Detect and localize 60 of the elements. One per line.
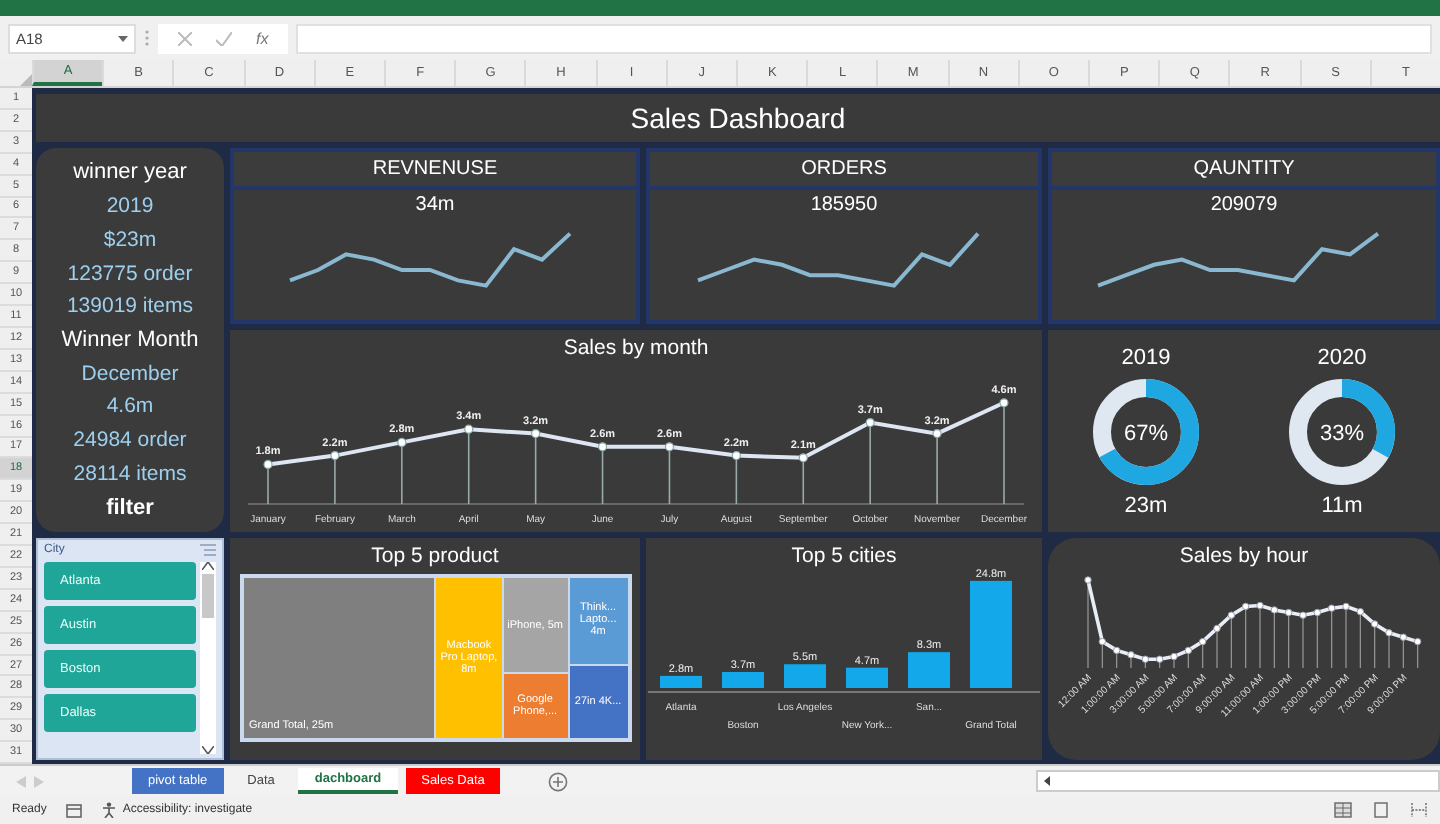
kpi-value: 209079 [1208,194,1280,216]
total-label: 11m [1321,493,1363,517]
kpi-value: 34m [413,194,457,216]
percent-label: 33% [1319,421,1365,445]
summary-value: 139019 items [66,294,194,319]
data-point [597,442,608,452]
data-point [397,437,407,447]
data-point [330,451,340,461]
horizontal-scrollbar[interactable] [1036,770,1440,792]
bar [784,664,826,688]
data-point [464,424,474,434]
summary-value: 4.6m [106,394,154,419]
summary-heading: winner year [73,160,187,185]
data-point [731,451,741,461]
data-point [798,453,808,463]
summary-value: 24984 order [73,428,187,453]
year-label: 2020 [1317,345,1367,369]
data-point [664,442,675,452]
chart-title: Top 5 cities [791,544,897,568]
next-sheet-icon[interactable] [34,775,44,787]
caret-icon [118,35,128,41]
summary-value: 2019 [106,194,154,219]
data-point [865,418,875,428]
normal-view-icon[interactable] [1334,802,1352,818]
data-point [263,459,273,469]
kpi-value: 185950 [808,194,880,216]
data-point [531,429,541,439]
bar [908,652,950,688]
check-icon[interactable] [216,31,232,45]
dashboard-title: Sales Dashboard [36,94,1440,142]
summary-value: December [81,361,179,386]
macro-icon[interactable] [66,803,83,817]
add-sheet-icon[interactable] [548,771,569,791]
chart-title: Top 5 product [371,544,499,568]
scroll-up-icon[interactable] [202,562,214,570]
bar [970,580,1012,688]
percent-label: 67% [1123,421,1169,445]
filter-heading: filter [106,495,154,520]
bar [846,667,888,688]
page-break-icon[interactable] [1410,802,1428,818]
data-point [932,429,942,439]
summary-value: $23m [103,227,157,252]
summary-value: 28114 items [73,461,187,486]
summary-value: 123775 order [67,261,193,286]
cancel-icon[interactable] [178,31,192,45]
chart-title: Sales by hour [1179,544,1309,568]
formula-input[interactable] [296,23,1432,53]
year-label: 2019 [1121,345,1171,369]
data-point [999,398,1009,408]
insert-function-button[interactable]: fx [256,29,269,47]
chart-title: Sales by month [563,336,709,360]
total-label: 23m [1124,493,1168,517]
summary-heading: Winner Month [61,327,199,352]
bar [722,672,764,688]
previous-sheet-icon[interactable] [16,775,26,787]
scroll-down-icon[interactable] [202,746,214,754]
bar [660,675,702,688]
page-layout-icon[interactable] [1372,802,1390,818]
scrollbar[interactable] [200,562,216,754]
accessibility-icon[interactable] [102,802,117,818]
